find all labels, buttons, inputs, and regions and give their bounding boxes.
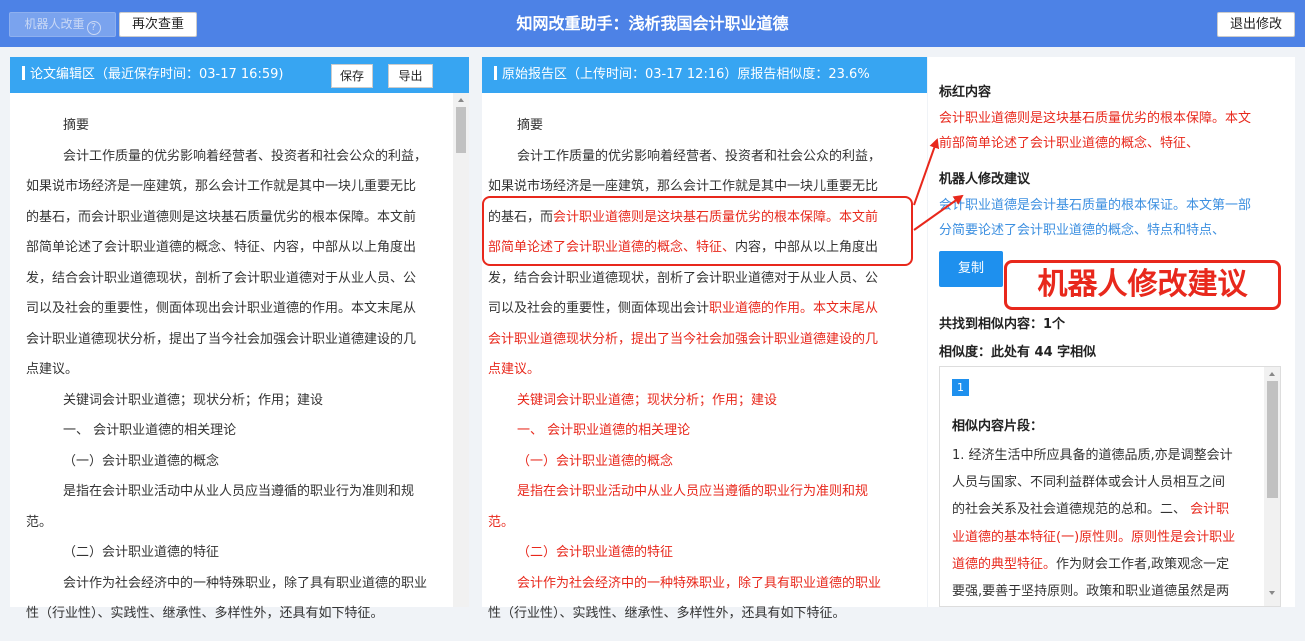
snippet-line: 要强,要善于坚持原则。政策和职业道德虽然是两: [952, 578, 1235, 605]
marked-text: 业道德的基本特征(一)原性则。原则性是会计职业: [952, 529, 1236, 545]
doc-line: 会计职业道德现状分析，提出了当今社会加强会计职业道德建设的几: [488, 331, 879, 347]
marked-text: 职业道德的作用。本文末尾从: [709, 301, 879, 316]
doc-line: 司以及社会的重要性，侧面体现出会计职业道德的作用。本文末尾从: [26, 301, 417, 316]
scroll-up-icon[interactable]: [1269, 372, 1275, 376]
help-icon[interactable]: ?: [86, 21, 101, 35]
marked-text: 职业行为准则和规: [764, 484, 869, 499]
snippet-scrollbar[interactable]: [1264, 367, 1280, 606]
highlight-frame: [482, 196, 913, 266]
similar-content-box[interactable]: 1 相似内容片段： 1. 经济生活中所应具备的道德品质,亦是调整会计 人员与国家…: [939, 366, 1281, 607]
suggestion-line: 分简要论述了会计职业道德的概念、特点和特点、: [939, 223, 1226, 238]
snippet-line: 业道德的基本特征(一)原性则。原则性是会计职业: [952, 524, 1235, 551]
editor-document[interactable]: 摘要 会计工作质量的优劣影响着经营者、投资者和社会公众的利益， 如果说市场经济是…: [26, 111, 450, 630]
marked-text: 是指在会计职业活动中从业人员应当遵循的: [517, 484, 765, 499]
doc-line: 会计工作质量的优劣影响着经营者、投资者和社会公众的利益，: [63, 148, 428, 164]
doc-line: （二）会计职业道德的特征: [63, 545, 220, 560]
doc-line: 司以及社会的重要性，侧面体现出会计职业道德的作用。本文末尾从: [488, 294, 916, 325]
doc-line: （二）会计职业道德的特征: [517, 545, 674, 560]
doc-line: 摘要: [63, 118, 90, 133]
doc-line: 一、 会计职业道德的相关理论: [63, 423, 237, 438]
doc-line: 摘要: [517, 118, 544, 133]
report-header: 原始报告区（上传时间：03-17 12:16）原报告相似度：23.6%: [482, 57, 927, 93]
recheck-button[interactable]: 再次查重: [119, 12, 197, 37]
report-header-text: 原始报告区（上传时间：03-17 12:16）原报告相似度：23.6%: [502, 67, 870, 82]
marked-text: 会计作为社会经济中的一种特殊职业，除了具有: [517, 575, 791, 591]
scroll-down-icon[interactable]: [1269, 591, 1275, 595]
robot-rewrite-label: 机器人改重: [24, 17, 85, 31]
snippet-line: 的社会关系及社会道德规范的总和。二、 会计职: [952, 496, 1235, 523]
doc-line: 性（行业性）、实践性、继承性、多样性外，还具有如下特征。: [26, 606, 384, 621]
copy-button[interactable]: 复制: [939, 251, 1003, 287]
editor-panel: 论文编辑区（最近保存时间：03-17 16:59) 保存 导出 摘要 会计工作质…: [10, 57, 469, 621]
doc-line: 的基石，而会计职业道德则是这块基石质量优劣的根本保障。本文前: [26, 209, 417, 225]
doc-line: 性（行业性）、实践性、继承性、多样性外，还具有如下特征。: [488, 606, 846, 621]
plain-text: 1. 经济生活中所应具备的道德品质,亦是调整会计: [952, 448, 1233, 463]
doc-line: 范。: [26, 514, 53, 530]
doc-line: 会计职业道德现状分析，提出了当今社会加强会计职业道德建设的几: [26, 331, 417, 347]
editor-header-text: 论文编辑区（最近保存时间：03-17 16:59): [30, 67, 284, 82]
export-button[interactable]: 导出: [388, 64, 433, 88]
plain-text: 作为财会工作者,政策观念一定: [1056, 556, 1230, 572]
doc-line: 如果说市场经济是一座建筑，那么会计工作就是其中一块儿重要无比: [26, 179, 417, 194]
doc-line: 一、 会计职业道德的相关理论: [517, 423, 691, 438]
marked-text: 职业道德的职业: [790, 575, 882, 591]
doc-line: 发，结合会计职业道德现状，剖析了会计职业道德对于从业人员、公: [26, 270, 417, 286]
snippet-line: 道德的典型特征。作为财会工作者,政策观念一定: [952, 551, 1235, 578]
doc-line: 发，结合会计职业道德现状，剖析了会计职业道德对于从业人员、公: [488, 270, 879, 286]
snippet-text: 1. 经济生活中所应具备的道德品质,亦是调整会计 人员与国家、不同利益群体或会计…: [952, 442, 1235, 605]
marked-content-text: 会计职业道德则是这块基石质量优劣的根本保障。本文 前部简单论述了会计职业道德的概…: [939, 106, 1284, 156]
doc-line: 点建议。: [488, 362, 541, 377]
plain-text: 的社会关系及社会道德规范的总和。二、: [952, 502, 1187, 518]
save-button[interactable]: 保存: [331, 64, 373, 88]
plain-text: 司以及社会的重要性，侧面体现出会计: [488, 301, 710, 316]
robot-suggestion-title: 机器人修改建议: [939, 172, 1031, 187]
doc-line: 会计作为社会经济中的一种特殊职业，除了具有职业道德的职业: [488, 569, 916, 600]
plain-text: 人员与国家、不同利益群体或会计人员相互之间: [952, 475, 1226, 491]
snippet-scroll-thumb[interactable]: [1267, 381, 1278, 498]
editor-scroll-thumb[interactable]: [456, 107, 466, 153]
doc-line: （一）会计职业道德的概念: [63, 453, 220, 469]
scroll-up-icon[interactable]: [458, 98, 464, 102]
report-panel: 原始报告区（上传时间：03-17 12:16）原报告相似度：23.6% 摘要 会…: [482, 57, 927, 621]
marked-line: 前部简单论述了会计职业道德的概念、特征、: [939, 136, 1200, 151]
editor-scrollbar[interactable]: [453, 93, 469, 607]
header-marker: [494, 66, 497, 80]
snippet-line: 人员与国家、不同利益群体或会计人员相互之间: [952, 469, 1235, 496]
robot-suggestion-text: 会计职业道德是会计基石质量的根本保证。本文第一部 分简要论述了会计职业道德的概念…: [939, 193, 1284, 243]
found-count: 共找到相似内容：1个: [939, 317, 1066, 332]
suggestion-line: 会计职业道德是会计基石质量的根本保证。本文第一部: [939, 198, 1252, 213]
robot-rewrite-button[interactable]: 机器人改重?: [9, 12, 116, 37]
marked-content-title: 标红内容: [939, 85, 992, 100]
similarity-summary: 相似度：此处有 44 字相似: [939, 345, 1097, 360]
doc-line: 会计作为社会经济中的一种特殊职业，除了具有职业道德的职业: [63, 575, 428, 591]
snippet-line: 1. 经济生活中所应具备的道德品质,亦是调整会计: [952, 442, 1235, 469]
doc-line: 是指在会计职业活动中从业人员应当遵循的职业行为准则和规: [63, 484, 415, 499]
callout-annotation: 机器人修改建议: [1004, 260, 1281, 310]
doc-line: 点建议。: [26, 362, 79, 377]
doc-line: 关键词会计职业道德；现状分析；作用；建设: [63, 392, 324, 408]
doc-line: 会计工作质量的优劣影响着经营者、投资者和社会公众的利益，: [517, 148, 882, 164]
snippet-title: 相似内容片段：: [952, 419, 1044, 434]
report-document: 摘要 会计工作质量的优劣影响着经营者、投资者和社会公众的利益， 如果说市场经济是…: [488, 111, 916, 630]
marked-text: 道德的典型特征。: [952, 556, 1057, 572]
doc-line: 范。: [488, 514, 515, 530]
doc-line: 部简单论述了会计职业道德的概念、特征、内容，中部从以上角度出: [26, 240, 417, 255]
plain-text: 要强,要善于坚持原则。政策和职业道德虽然是两: [952, 584, 1230, 600]
header-marker: [22, 66, 25, 80]
doc-line: 关键词会计职业道德；现状分析；作用；建设: [517, 392, 778, 408]
doc-line: （一）会计职业道德的概念: [517, 453, 674, 469]
item-number-badge: 1: [952, 379, 969, 396]
marked-line: 会计职业道德则是这块基石质量优劣的根本保障。本文: [939, 111, 1252, 126]
marked-text: 会计职: [1190, 502, 1230, 518]
exit-edit-button[interactable]: 退出修改: [1217, 12, 1295, 37]
doc-line: 是指在会计职业活动中从业人员应当遵循的职业行为准则和规: [488, 477, 916, 508]
